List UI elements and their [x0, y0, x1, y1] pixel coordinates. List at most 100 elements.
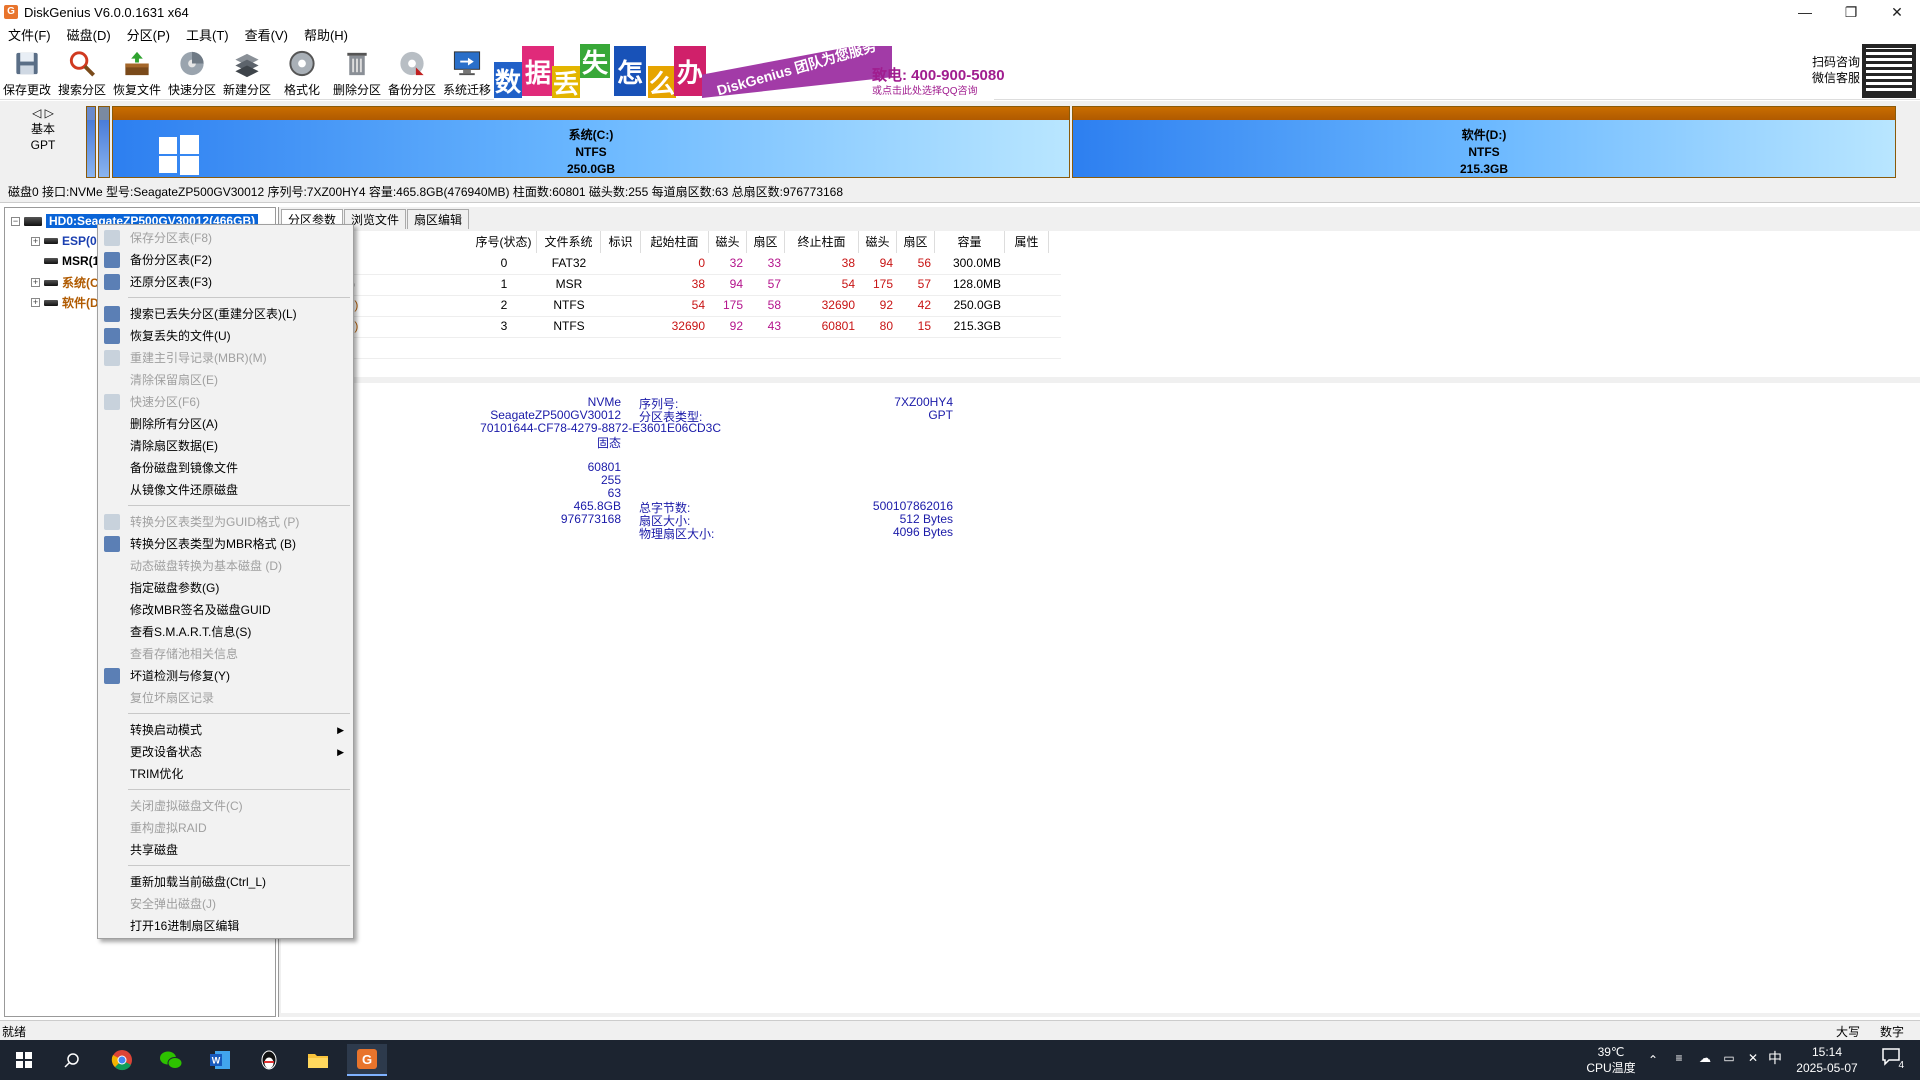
- toolbar: 保存更改 搜索分区 恢复文件 快速分区 新建分区 格式化 删除分区 备份分区 系…: [0, 38, 1920, 100]
- display-icon[interactable]: ▭: [1720, 1050, 1738, 1066]
- quick-partition-button[interactable]: 快速分区: [165, 46, 219, 98]
- col-end-head[interactable]: 磁头: [859, 231, 897, 253]
- search-partition-button[interactable]: 搜索分区: [55, 46, 109, 98]
- explorer-taskbar-button[interactable]: [298, 1044, 338, 1076]
- col-capacity[interactable]: 容量: [935, 231, 1005, 253]
- context-menu-item[interactable]: 还原分区表(F3): [130, 271, 350, 293]
- context-menu-item[interactable]: 清除扇区数据(E): [130, 435, 350, 457]
- format-button[interactable]: 格式化: [275, 46, 329, 98]
- ad-banner[interactable]: 数 据 丢 失 怎 么 办 DiskGenius 团队为您服务 致电: 400-…: [494, 38, 1005, 100]
- col-index[interactable]: 序号(状态): [471, 231, 537, 253]
- expand-icon[interactable]: +: [31, 278, 40, 287]
- backup-partition-button[interactable]: 备份分区: [385, 46, 439, 98]
- chrome-taskbar-button[interactable]: [102, 1044, 142, 1076]
- new-partition-button[interactable]: 新建分区: [220, 46, 274, 98]
- partition-bar-esp[interactable]: [86, 106, 96, 178]
- menu-file[interactable]: 文件(F): [0, 25, 59, 44]
- expand-icon[interactable]: +: [31, 298, 40, 307]
- col-start-sector[interactable]: 扇区: [747, 231, 785, 253]
- context-menu-item[interactable]: 转换分区表类型为MBR格式 (B): [130, 533, 350, 555]
- context-menu-item[interactable]: 重新加载当前磁盘(Ctrl_L): [130, 871, 350, 893]
- notification-button[interactable]: 4: [1876, 1046, 1906, 1074]
- new-partition-icon: [235, 53, 259, 78]
- start-button[interactable]: [4, 1044, 44, 1076]
- partition-bar-c[interactable]: 系统(C:) NTFS 250.0GB: [112, 106, 1070, 178]
- qr-code-icon[interactable]: [1862, 44, 1916, 98]
- network-icon[interactable]: ≡: [1670, 1050, 1688, 1066]
- disk-nav-arrows[interactable]: ◁ ▷: [20, 105, 66, 121]
- word-taskbar-button[interactable]: W: [200, 1044, 240, 1076]
- col-start-head[interactable]: 磁头: [709, 231, 747, 253]
- context-menu-item[interactable]: 搜索已丢失分区(重建分区表)(L): [130, 303, 350, 325]
- backup-icon: [400, 51, 424, 76]
- context-menu-item: 快速分区(F6): [130, 391, 350, 413]
- volume-muted-icon[interactable]: ✕: [1744, 1050, 1762, 1066]
- tab-sector-edit[interactable]: 扇区编辑: [407, 209, 470, 229]
- close-button[interactable]: ✕: [1874, 0, 1920, 24]
- banner-qq-link[interactable]: 或点击此处选择QQ咨询: [872, 82, 978, 97]
- search-button[interactable]: [52, 1044, 92, 1076]
- collapse-icon[interactable]: −: [11, 216, 20, 226]
- context-menu-item[interactable]: 查看S.M.A.R.T.信息(S): [130, 621, 350, 643]
- col-flag[interactable]: 标识: [601, 231, 641, 253]
- delete-icon: [347, 52, 367, 76]
- context-menu-item[interactable]: 指定磁盘参数(G): [130, 577, 350, 599]
- context-menu-item-label: 恢复丢失的文件(U): [130, 329, 231, 343]
- menu-help[interactable]: 帮助(H): [296, 25, 356, 44]
- partition-bar-d[interactable]: 软件(D:) NTFS 215.3GB: [1072, 106, 1896, 178]
- context-menu-item[interactable]: 备份磁盘到镜像文件: [130, 457, 350, 479]
- system-migration-button[interactable]: 系统迁移: [440, 46, 494, 98]
- tree-item-esp[interactable]: + ESP(0:): [31, 234, 105, 248]
- restore-file-icon: [125, 51, 149, 76]
- col-filesystem[interactable]: 文件系统: [537, 231, 601, 253]
- banner-char-5: 怎: [614, 46, 646, 96]
- wechat-taskbar-button[interactable]: [151, 1044, 191, 1076]
- context-menu-item[interactable]: 共享磁盘: [130, 839, 350, 861]
- context-menu-item[interactable]: 转换启动模式 ▶: [130, 719, 350, 741]
- clock[interactable]: 15:14 2025-05-07: [1790, 1044, 1864, 1076]
- restore-file-button[interactable]: 恢复文件: [110, 46, 164, 98]
- context-menu-item[interactable]: 修改MBR签名及磁盘GUID: [130, 599, 350, 621]
- cloud-icon[interactable]: ☁: [1696, 1050, 1714, 1066]
- context-menu-item: 复位坏扇区记录: [130, 687, 350, 709]
- taskbar: W G 39℃ CPU温度 ⌃ ≡ ☁ ▭ ✕ 中 15:14 2025-05-…: [0, 1040, 1920, 1080]
- context-menu-item[interactable]: 从镜像文件还原磁盘: [130, 479, 350, 501]
- diskgenius-taskbar-button[interactable]: G: [347, 1044, 387, 1076]
- context-menu-item-label: 保存分区表(F8): [130, 231, 212, 245]
- col-start-cyl[interactable]: 起始柱面: [641, 231, 709, 253]
- context-menu-item[interactable]: 坏道检测与修复(Y): [130, 665, 350, 687]
- convert-mbr-icon: [104, 536, 120, 552]
- context-menu-item[interactable]: 备份分区表(F2): [130, 249, 350, 271]
- col-attr[interactable]: 属性: [1005, 231, 1049, 253]
- windows-start-icon: [16, 1052, 32, 1068]
- cpu-temp[interactable]: 39℃ CPU温度: [1586, 1044, 1636, 1076]
- chevron-up-icon[interactable]: ⌃: [1646, 1052, 1660, 1068]
- menu-tools[interactable]: 工具(T): [178, 25, 237, 44]
- menu-disk[interactable]: 磁盘(D): [59, 25, 119, 44]
- ime-indicator[interactable]: 中: [1766, 1050, 1784, 1066]
- context-menu-item[interactable]: TRIM优化: [130, 763, 350, 785]
- menu-view[interactable]: 查看(V): [237, 25, 296, 44]
- quick-partition-icon: [104, 394, 120, 410]
- app-logo-icon: G: [4, 5, 18, 19]
- context-menu-item[interactable]: 打开16进制扇区编辑: [130, 915, 350, 937]
- tree-item-msr[interactable]: MSR(1): [44, 254, 103, 268]
- expand-icon[interactable]: +: [31, 236, 40, 246]
- context-menu-item[interactable]: 删除所有分区(A): [130, 413, 350, 435]
- detail-total-bytes: 500107862016: [872, 499, 953, 513]
- delete-partition-button[interactable]: 删除分区: [330, 46, 384, 98]
- partition-bar-msr[interactable]: [98, 106, 110, 178]
- context-menu-item[interactable]: 恢复丢失的文件(U): [130, 325, 350, 347]
- tree-item-d[interactable]: + 软件(D:): [31, 294, 107, 311]
- col-end-sector[interactable]: 扇区: [897, 231, 935, 253]
- chrome-icon: [111, 1050, 132, 1071]
- qq-taskbar-button[interactable]: [249, 1044, 289, 1076]
- context-menu-item[interactable]: 更改设备状态 ▶: [130, 741, 350, 763]
- qr-label: 扫码咨询 微信客服: [1811, 55, 1860, 85]
- tree-item-c[interactable]: + 系统(C:): [31, 274, 107, 291]
- save-changes-button[interactable]: 保存更改: [0, 46, 54, 98]
- minimize-button[interactable]: —: [1782, 0, 1828, 24]
- menu-partition[interactable]: 分区(P): [119, 25, 178, 44]
- restore-button[interactable]: ❐: [1828, 0, 1874, 24]
- col-end-cyl[interactable]: 终止柱面: [785, 231, 859, 253]
